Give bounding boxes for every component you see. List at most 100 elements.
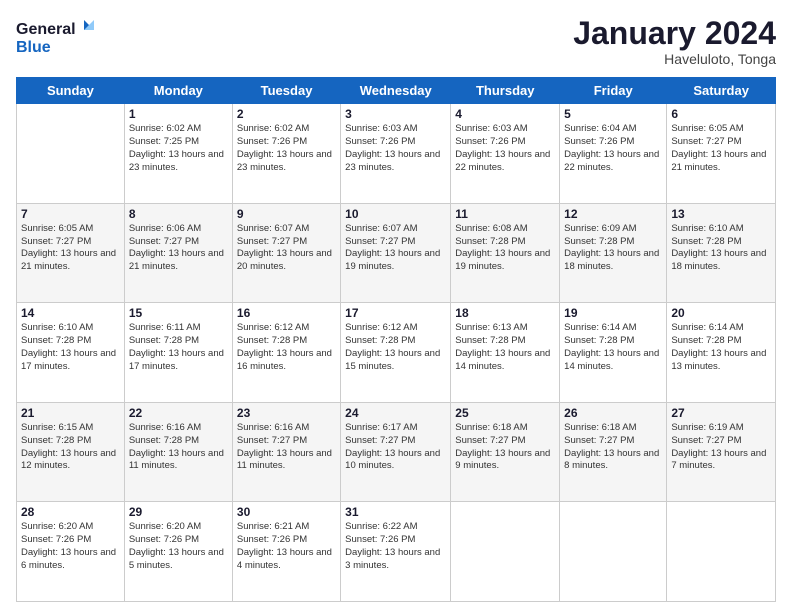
week-row-3: 14 Sunrise: 6:10 AMSunset: 7:28 PMDayligh… <box>17 303 776 403</box>
day-cell: 13 Sunrise: 6:10 AMSunset: 7:28 PMDayligh… <box>667 203 776 303</box>
day-number: 17 <box>345 306 446 320</box>
day-info: Sunrise: 6:18 AMSunset: 7:27 PMDaylight:… <box>455 422 555 473</box>
day-cell: 30 Sunrise: 6:21 AMSunset: 7:26 PMDayligh… <box>232 502 340 602</box>
day-cell: 4Sunrise: 6:03 AMSunset: 7:26 PMDaylight… <box>451 104 560 204</box>
day-info: Sunrise: 6:20 AMSunset: 7:26 PMDaylight:… <box>129 521 228 572</box>
day-cell: 28 Sunrise: 6:20 AMSunset: 7:26 PMDayligh… <box>17 502 125 602</box>
day-cell: 27Sunrise: 6:19 AMSunset: 7:27 PMDayligh… <box>667 402 776 502</box>
weekday-header-tuesday: Tuesday <box>232 78 340 104</box>
day-info: Sunrise: 6:02 AMSunset: 7:26 PMDaylight:… <box>237 123 336 174</box>
day-number: 31 <box>345 505 446 519</box>
day-info: Sunrise: 6:21 AMSunset: 7:26 PMDaylight:… <box>237 521 336 572</box>
day-cell: 14 Sunrise: 6:10 AMSunset: 7:28 PMDayligh… <box>17 303 125 403</box>
day-cell <box>451 502 560 602</box>
day-info: Sunrise: 6:10 AMSunset: 7:28 PMDaylight:… <box>671 223 771 274</box>
day-info: Sunrise: 6:03 AMSunset: 7:26 PMDaylight:… <box>455 123 555 174</box>
day-number: 16 <box>237 306 336 320</box>
day-cell: 26Sunrise: 6:18 AMSunset: 7:27 PMDayligh… <box>560 402 667 502</box>
day-cell: 16 Sunrise: 6:12 AMSunset: 7:28 PMDayligh… <box>232 303 340 403</box>
day-cell: 17 Sunrise: 6:12 AMSunset: 7:28 PMDayligh… <box>341 303 451 403</box>
day-number: 11 <box>455 207 555 221</box>
day-number: 20 <box>671 306 771 320</box>
day-info: Sunrise: 6:02 AMSunset: 7:25 PMDaylight:… <box>129 123 228 174</box>
day-number: 15 <box>129 306 228 320</box>
day-info: Sunrise: 6:15 AMSunset: 7:28 PMDaylight:… <box>21 422 120 473</box>
day-info: Sunrise: 6:03 AMSunset: 7:26 PMDaylight:… <box>345 123 446 174</box>
day-cell: 29 Sunrise: 6:20 AMSunset: 7:26 PMDayligh… <box>124 502 232 602</box>
day-number: 6 <box>671 107 771 121</box>
day-info: Sunrise: 6:16 AMSunset: 7:28 PMDaylight:… <box>129 422 228 473</box>
day-cell: 25 Sunrise: 6:18 AMSunset: 7:27 PMDayligh… <box>451 402 560 502</box>
day-info: Sunrise: 6:12 AMSunset: 7:28 PMDaylight:… <box>237 322 336 373</box>
day-cell: 8 Sunrise: 6:06 AMSunset: 7:27 PMDaylight… <box>124 203 232 303</box>
day-info: Sunrise: 6:04 AMSunset: 7:26 PMDaylight:… <box>564 123 662 174</box>
weekday-header-monday: Monday <box>124 78 232 104</box>
day-cell <box>560 502 667 602</box>
day-cell: 24Sunrise: 6:17 AMSunset: 7:27 PMDayligh… <box>341 402 451 502</box>
day-info: Sunrise: 6:20 AMSunset: 7:26 PMDaylight:… <box>21 521 120 572</box>
day-number: 30 <box>237 505 336 519</box>
day-number: 28 <box>21 505 120 519</box>
day-number: 3 <box>345 107 446 121</box>
day-number: 21 <box>21 406 120 420</box>
day-cell: 15 Sunrise: 6:11 AMSunset: 7:28 PMDayligh… <box>124 303 232 403</box>
month-title: January 2024 <box>573 16 776 51</box>
weekday-header-friday: Friday <box>560 78 667 104</box>
day-info: Sunrise: 6:16 AMSunset: 7:27 PMDaylight:… <box>237 422 336 473</box>
weekday-header-sunday: Sunday <box>17 78 125 104</box>
day-cell: 18 Sunrise: 6:13 AMSunset: 7:28 PMDayligh… <box>451 303 560 403</box>
day-number: 5 <box>564 107 662 121</box>
weekday-header-saturday: Saturday <box>667 78 776 104</box>
day-number: 12 <box>564 207 662 221</box>
location: Haveluloto, Tonga <box>573 51 776 67</box>
day-info: Sunrise: 6:14 AMSunset: 7:28 PMDaylight:… <box>564 322 662 373</box>
header: GeneralBlue January 2024 Haveluloto, Ton… <box>16 16 776 67</box>
day-cell: 2 Sunrise: 6:02 AMSunset: 7:26 PMDaylight… <box>232 104 340 204</box>
week-row-1: 1 Sunrise: 6:02 AMSunset: 7:25 PMDaylight… <box>17 104 776 204</box>
svg-text:General: General <box>16 21 76 38</box>
day-cell: 12Sunrise: 6:09 AMSunset: 7:28 PMDayligh… <box>560 203 667 303</box>
day-number: 22 <box>129 406 228 420</box>
day-cell <box>667 502 776 602</box>
day-info: Sunrise: 6:22 AMSunset: 7:26 PMDaylight:… <box>345 521 446 572</box>
day-info: Sunrise: 6:06 AMSunset: 7:27 PMDaylight:… <box>129 223 228 274</box>
day-cell: 5 Sunrise: 6:04 AMSunset: 7:26 PMDaylight… <box>560 104 667 204</box>
logo: GeneralBlue <box>16 16 96 60</box>
calendar-table: SundayMondayTuesdayWednesdayThursdayFrid… <box>16 77 776 602</box>
day-cell: 6Sunrise: 6:05 AMSunset: 7:27 PMDaylight… <box>667 104 776 204</box>
day-number: 23 <box>237 406 336 420</box>
day-number: 2 <box>237 107 336 121</box>
weekday-header-thursday: Thursday <box>451 78 560 104</box>
page: GeneralBlue January 2024 Haveluloto, Ton… <box>0 0 792 612</box>
day-info: Sunrise: 6:13 AMSunset: 7:28 PMDaylight:… <box>455 322 555 373</box>
weekday-header-row: SundayMondayTuesdayWednesdayThursdayFrid… <box>17 78 776 104</box>
day-info: Sunrise: 6:07 AMSunset: 7:27 PMDaylight:… <box>345 223 446 274</box>
day-info: Sunrise: 6:10 AMSunset: 7:28 PMDaylight:… <box>21 322 120 373</box>
day-number: 10 <box>345 207 446 221</box>
week-row-4: 21 Sunrise: 6:15 AMSunset: 7:28 PMDayligh… <box>17 402 776 502</box>
day-info: Sunrise: 6:19 AMSunset: 7:27 PMDaylight:… <box>671 422 771 473</box>
day-number: 1 <box>129 107 228 121</box>
day-number: 14 <box>21 306 120 320</box>
day-number: 13 <box>671 207 771 221</box>
day-info: Sunrise: 6:05 AMSunset: 7:27 PMDaylight:… <box>21 223 120 274</box>
day-info: Sunrise: 6:12 AMSunset: 7:28 PMDaylight:… <box>345 322 446 373</box>
day-cell: 21 Sunrise: 6:15 AMSunset: 7:28 PMDayligh… <box>17 402 125 502</box>
day-cell <box>17 104 125 204</box>
day-number: 25 <box>455 406 555 420</box>
day-cell: 9Sunrise: 6:07 AMSunset: 7:27 PMDaylight… <box>232 203 340 303</box>
day-cell: 23 Sunrise: 6:16 AMSunset: 7:27 PMDayligh… <box>232 402 340 502</box>
day-info: Sunrise: 6:08 AMSunset: 7:28 PMDaylight:… <box>455 223 555 274</box>
day-number: 19 <box>564 306 662 320</box>
logo-icon: GeneralBlue <box>16 16 96 60</box>
day-cell: 19 Sunrise: 6:14 AMSunset: 7:28 PMDayligh… <box>560 303 667 403</box>
day-number: 18 <box>455 306 555 320</box>
day-info: Sunrise: 6:11 AMSunset: 7:28 PMDaylight:… <box>129 322 228 373</box>
day-number: 29 <box>129 505 228 519</box>
day-info: Sunrise: 6:18 AMSunset: 7:27 PMDaylight:… <box>564 422 662 473</box>
day-info: Sunrise: 6:07 AMSunset: 7:27 PMDaylight:… <box>237 223 336 274</box>
day-number: 7 <box>21 207 120 221</box>
day-cell: 7 Sunrise: 6:05 AMSunset: 7:27 PMDaylight… <box>17 203 125 303</box>
day-number: 8 <box>129 207 228 221</box>
day-cell: 20Sunrise: 6:14 AMSunset: 7:28 PMDayligh… <box>667 303 776 403</box>
